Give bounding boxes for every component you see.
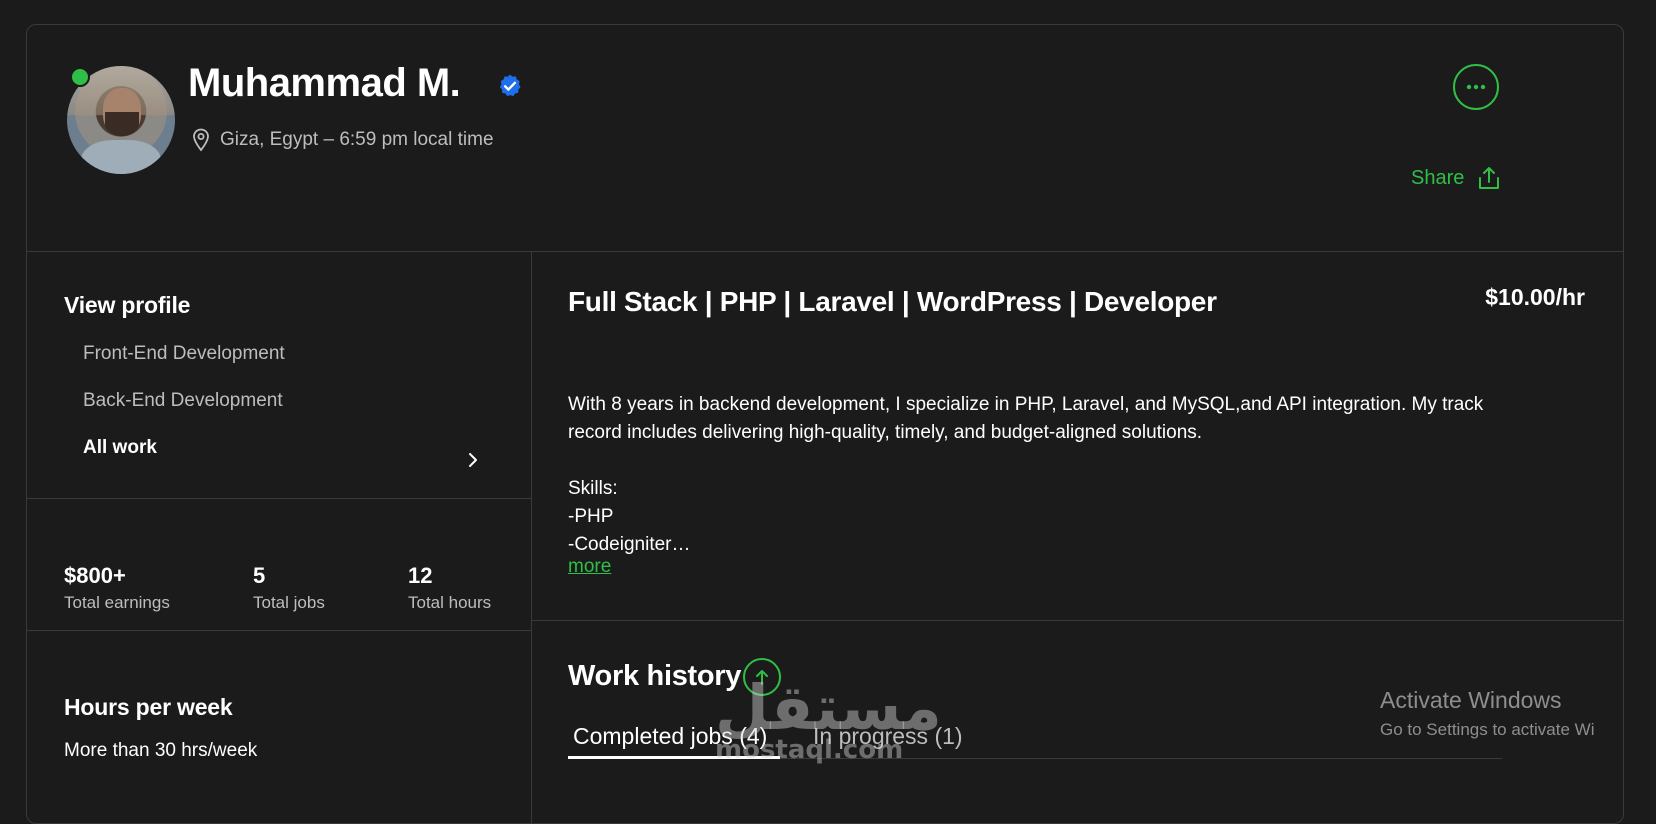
activation-subtitle: Go to Settings to activate Wi xyxy=(1380,720,1595,739)
online-status-dot xyxy=(70,67,90,87)
profile-name: Muhammad M. xyxy=(188,61,461,105)
windows-activation-notice: Activate Windows Go to Settings to activ… xyxy=(1380,687,1594,740)
location-line: Giza, Egypt – 6:59 pm local time xyxy=(192,128,494,152)
stat-label: Total jobs xyxy=(253,593,325,612)
left-sidebar: View profile Front-End Development Back-… xyxy=(27,252,532,823)
profile-header: Muhammad M. Giza, Egypt – 6:59 pm local … xyxy=(27,25,1623,252)
more-link[interactable]: more xyxy=(568,556,611,578)
share-icon xyxy=(1479,167,1500,189)
hours-per-week-value: More than 30 hrs/week xyxy=(64,740,258,761)
chevron-right-icon[interactable] xyxy=(467,452,479,468)
profile-headline: Full Stack | PHP | Laravel | WordPress |… xyxy=(568,286,1217,317)
location-text: Giza, Egypt – 6:59 pm local time xyxy=(220,129,494,150)
description-line: -PHP xyxy=(568,506,614,527)
stat-label: Total earnings xyxy=(64,593,170,612)
more-options-button[interactable] xyxy=(1453,64,1499,110)
sidebar-item-front-end[interactable]: Front-End Development xyxy=(83,343,285,365)
description-line: Skills: xyxy=(568,478,618,499)
hours-per-week-title: Hours per week xyxy=(64,694,233,720)
activation-title: Activate Windows xyxy=(1380,687,1562,713)
location-pin-icon xyxy=(193,128,209,152)
share-button[interactable]: Share xyxy=(1411,165,1502,191)
hourly-rate: $10.00/hr xyxy=(1485,284,1585,310)
stat-total-hours: 12 Total hours xyxy=(408,563,491,613)
stat-value: $800+ xyxy=(64,563,126,588)
view-profile-title: View profile xyxy=(64,292,191,318)
stat-value: 5 xyxy=(253,563,266,588)
stat-label: Total hours xyxy=(408,593,492,612)
profile-card: Muhammad M. Giza, Egypt – 6:59 pm local … xyxy=(26,24,1624,824)
stat-total-earnings: $800+ Total earnings xyxy=(64,563,170,613)
sidebar-divider xyxy=(27,630,531,631)
stat-value: 12 xyxy=(408,563,433,588)
watermark-logo: مستقل xyxy=(715,671,942,744)
sidebar-item-all-work[interactable]: All work xyxy=(83,437,157,459)
sidebar-item-back-end[interactable]: Back-End Development xyxy=(83,390,283,412)
watermark-url: mostaql.com xyxy=(715,735,904,765)
sidebar-divider xyxy=(27,498,531,499)
description-line: -Codeigniter… xyxy=(568,534,691,555)
stat-total-jobs: 5 Total jobs xyxy=(253,563,325,613)
main-divider xyxy=(532,620,1623,621)
description-paragraph: With 8 years in backend development, I s… xyxy=(568,394,1484,443)
profile-description: With 8 years in backend development, I s… xyxy=(568,391,1508,559)
ellipsis-icon xyxy=(1466,84,1486,90)
share-label: Share xyxy=(1411,166,1465,189)
verified-badge-icon xyxy=(499,74,521,97)
